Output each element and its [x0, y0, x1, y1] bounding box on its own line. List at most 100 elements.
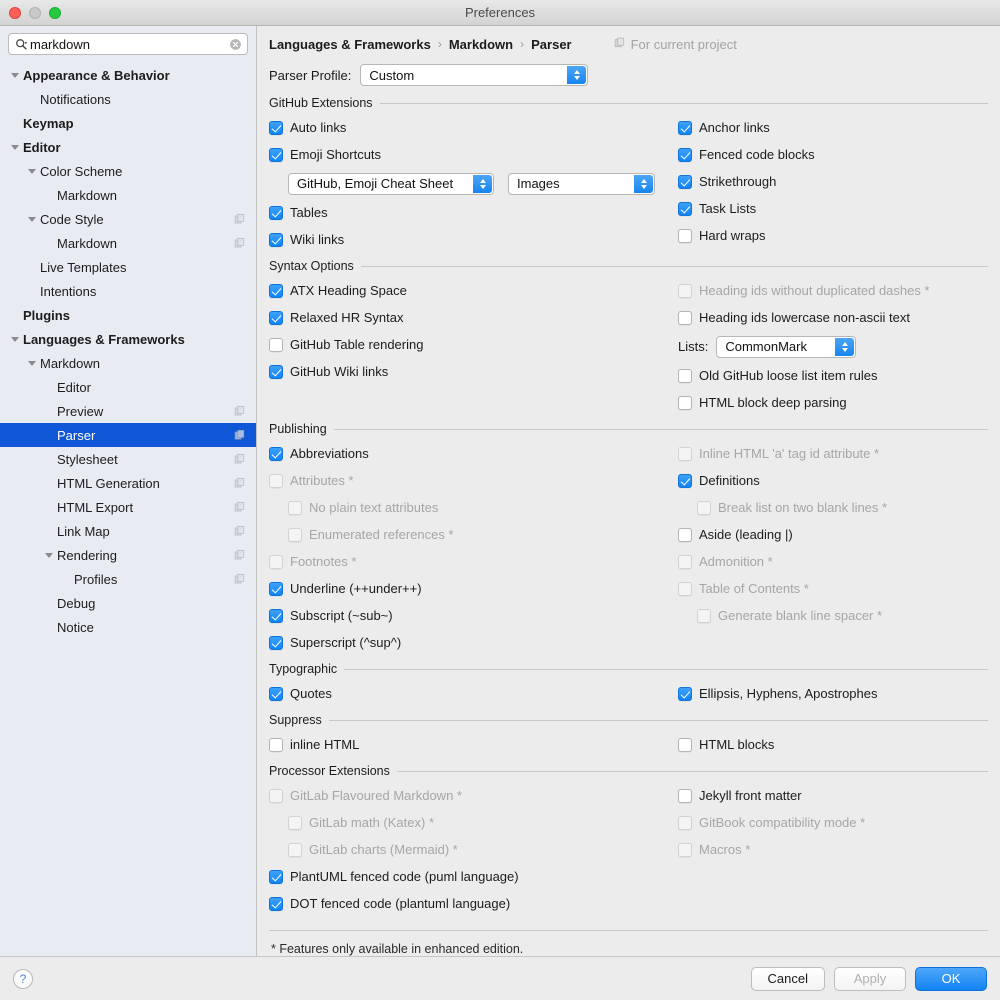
- parser-profile-select[interactable]: Custom: [360, 64, 589, 86]
- chevron-down-icon[interactable]: [8, 333, 21, 346]
- checkbox-checked-icon[interactable]: [269, 686, 283, 701]
- emoji-source-select[interactable]: GitHub, Emoji Cheat Sheet: [288, 172, 494, 195]
- checkbox-checked-icon[interactable]: [678, 174, 692, 189]
- stepper-icon[interactable]: [634, 174, 653, 193]
- checkbox-row-auto-links[interactable]: Auto links: [269, 114, 669, 141]
- checkbox-row-ellipsis-hyphens-apostrophes[interactable]: Ellipsis, Hyphens, Apostrophes: [678, 680, 988, 707]
- checkbox-checked-icon[interactable]: [269, 205, 283, 220]
- sidebar-item-intentions[interactable]: Intentions: [0, 279, 256, 303]
- checkbox-checked-icon[interactable]: [269, 364, 283, 379]
- checkbox-checked-icon[interactable]: [678, 686, 692, 701]
- sidebar-item-preview[interactable]: Preview: [0, 399, 256, 423]
- checkbox-row-relaxed-hr-syntax[interactable]: Relaxed HR Syntax: [269, 304, 669, 331]
- checkbox-checked-icon[interactable]: [678, 120, 692, 135]
- checkbox-checked-icon[interactable]: [269, 581, 283, 596]
- checkbox-row-quotes[interactable]: Quotes: [269, 680, 669, 707]
- chevron-down-icon[interactable]: [25, 213, 38, 226]
- sidebar-item-profiles[interactable]: Profiles: [0, 567, 256, 591]
- checkbox-row-underline-under[interactable]: Underline (++under++): [269, 575, 669, 602]
- checkbox-row-subscript-sub[interactable]: Subscript (~sub~): [269, 602, 669, 629]
- clear-icon[interactable]: [229, 38, 242, 51]
- checkbox-checked-icon[interactable]: [678, 201, 692, 216]
- checkbox-checked-icon[interactable]: [269, 635, 283, 650]
- checkbox-row-emoji-shortcuts[interactable]: Emoji Shortcuts: [269, 141, 669, 168]
- checkbox-row-aside-leading[interactable]: Aside (leading |): [678, 521, 988, 548]
- checkbox-row-dot-fenced-code-plantuml-language[interactable]: DOT fenced code (plantuml language): [269, 890, 669, 917]
- checkbox-row-hard-wraps[interactable]: Hard wraps: [678, 222, 988, 249]
- lists-select[interactable]: CommonMark: [716, 335, 857, 358]
- sidebar-item-editor[interactable]: Editor: [0, 375, 256, 399]
- sidebar-item-editor[interactable]: Editor: [0, 135, 256, 159]
- checkbox-row-abbreviations[interactable]: Abbreviations: [269, 440, 669, 467]
- sidebar-item-markdown[interactable]: Markdown: [0, 183, 256, 207]
- sidebar-item-notifications[interactable]: Notifications: [0, 87, 256, 111]
- checkbox-row-github-table-rendering[interactable]: GitHub Table rendering: [269, 331, 669, 358]
- sidebar-item-keymap[interactable]: Keymap: [0, 111, 256, 135]
- checkbox-checked-icon[interactable]: [269, 869, 283, 884]
- checkbox-checked-icon[interactable]: [678, 473, 692, 488]
- checkbox-unchecked-icon[interactable]: [269, 337, 283, 352]
- chevron-down-icon[interactable]: [25, 357, 38, 370]
- sidebar-item-stylesheet[interactable]: Stylesheet: [0, 447, 256, 471]
- chevron-down-icon[interactable]: [8, 141, 21, 154]
- checkbox-row-plantuml-fenced-code-puml-language[interactable]: PlantUML fenced code (puml language): [269, 863, 669, 890]
- sidebar-item-languages-frameworks[interactable]: Languages & Frameworks: [0, 327, 256, 351]
- breadcrumb-item-0[interactable]: Languages & Frameworks: [269, 37, 431, 52]
- checkbox-row-github-wiki-links[interactable]: GitHub Wiki links: [269, 358, 669, 385]
- checkbox-unchecked-icon[interactable]: [269, 737, 283, 752]
- checkbox-unchecked-icon[interactable]: [678, 527, 692, 542]
- sidebar-item-markdown[interactable]: Markdown: [0, 231, 256, 255]
- stepper-icon[interactable]: [835, 337, 855, 356]
- checkbox-unchecked-icon[interactable]: [678, 228, 692, 243]
- checkbox-row-heading-ids-lowercase-non-ascii-text[interactable]: Heading ids lowercase non-ascii text: [678, 304, 988, 331]
- sidebar-item-html-generation[interactable]: HTML Generation: [0, 471, 256, 495]
- sidebar-item-color-scheme[interactable]: Color Scheme: [0, 159, 256, 183]
- checkbox-row-tables[interactable]: Tables: [269, 199, 669, 226]
- chevron-down-icon[interactable]: [8, 69, 21, 82]
- breadcrumb-item-1[interactable]: Markdown: [449, 37, 513, 52]
- checkbox-row-atx-heading-space[interactable]: ATX Heading Space: [269, 277, 669, 304]
- checkbox-row-anchor-links[interactable]: Anchor links: [678, 114, 988, 141]
- checkbox-row-fenced-code-blocks[interactable]: Fenced code blocks: [678, 141, 988, 168]
- sidebar-item-markdown[interactable]: Markdown: [0, 351, 256, 375]
- sidebar-item-notice[interactable]: Notice: [0, 615, 256, 639]
- checkbox-unchecked-icon[interactable]: [678, 310, 692, 325]
- checkbox-row-superscript-sup[interactable]: Superscript (^sup^): [269, 629, 669, 656]
- sidebar-item-html-export[interactable]: HTML Export: [0, 495, 256, 519]
- checkbox-row-html-blocks[interactable]: HTML blocks: [678, 731, 988, 758]
- checkbox-checked-icon[interactable]: [269, 232, 283, 247]
- checkbox-row-strikethrough[interactable]: Strikethrough: [678, 168, 988, 195]
- chevron-down-icon[interactable]: [42, 549, 55, 562]
- sidebar-item-appearance-behavior[interactable]: Appearance & Behavior: [0, 63, 256, 87]
- search-input[interactable]: [30, 35, 229, 53]
- checkbox-row-definitions[interactable]: Definitions: [678, 467, 988, 494]
- ok-button[interactable]: OK: [915, 966, 987, 991]
- checkbox-checked-icon[interactable]: [269, 310, 283, 325]
- checkbox-checked-icon[interactable]: [269, 283, 283, 298]
- checkbox-checked-icon[interactable]: [269, 896, 283, 911]
- sidebar-item-code-style[interactable]: Code Style: [0, 207, 256, 231]
- checkbox-checked-icon[interactable]: [269, 120, 283, 135]
- help-button[interactable]: ?: [13, 968, 33, 989]
- checkbox-row-jekyll-front-matter[interactable]: Jekyll front matter: [678, 782, 988, 809]
- checkbox-checked-icon[interactable]: [678, 147, 692, 162]
- checkbox-row-old-github-loose-list-item-rules[interactable]: Old GitHub loose list item rules: [678, 362, 988, 389]
- checkbox-unchecked-icon[interactable]: [678, 788, 692, 803]
- sidebar-item-rendering[interactable]: Rendering: [0, 543, 256, 567]
- checkbox-row-html-block-deep-parsing[interactable]: HTML block deep parsing: [678, 389, 988, 416]
- sidebar-item-debug[interactable]: Debug: [0, 591, 256, 615]
- search-box[interactable]: [8, 33, 248, 55]
- checkbox-unchecked-icon[interactable]: [678, 395, 692, 410]
- checkbox-unchecked-icon[interactable]: [678, 368, 692, 383]
- checkbox-row-inline-html[interactable]: inline HTML: [269, 731, 669, 758]
- stepper-icon[interactable]: [473, 174, 492, 193]
- checkbox-row-wiki-links[interactable]: Wiki links: [269, 226, 669, 253]
- sidebar-item-link-map[interactable]: Link Map: [0, 519, 256, 543]
- checkbox-checked-icon[interactable]: [269, 446, 283, 461]
- stepper-icon[interactable]: [567, 66, 587, 84]
- checkbox-unchecked-icon[interactable]: [678, 737, 692, 752]
- sidebar-item-plugins[interactable]: Plugins: [0, 303, 256, 327]
- checkbox-checked-icon[interactable]: [269, 608, 283, 623]
- cancel-button[interactable]: Cancel: [750, 966, 825, 991]
- chevron-down-icon[interactable]: [25, 165, 38, 178]
